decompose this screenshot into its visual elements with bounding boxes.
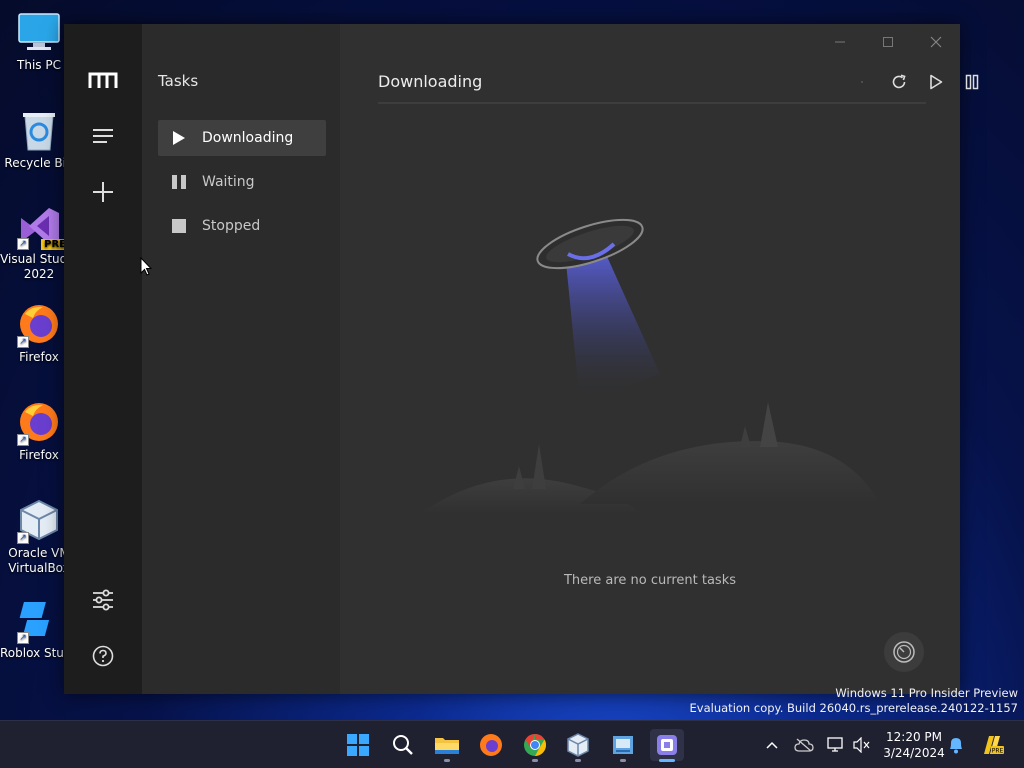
refresh-button[interactable]: [885, 68, 913, 96]
pause-icon: [172, 175, 186, 189]
clock-time: 12:20 PM: [886, 730, 942, 744]
start-button[interactable]: [341, 729, 375, 761]
nav-item-downloading[interactable]: Downloading: [158, 120, 326, 156]
mouse-cursor-icon: [140, 257, 152, 276]
taskbar-motrix[interactable]: [650, 729, 684, 762]
nav-item-label: Stopped: [202, 218, 261, 234]
search-icon: [393, 735, 413, 755]
taskbar-control-panel[interactable]: [606, 729, 640, 762]
firefox-icon: [480, 734, 502, 756]
maximize-button[interactable]: [870, 28, 906, 56]
resume-all-button[interactable]: [922, 68, 950, 96]
taskbar-clock[interactable]: 12:20 PM 3/24/2024: [876, 729, 952, 761]
pause-all-button[interactable]: [958, 68, 986, 96]
dot-indicator: [848, 68, 876, 96]
copilot-button[interactable]: PRE: [980, 733, 1004, 757]
header-divider: [378, 102, 926, 104]
monitor-icon: [17, 10, 61, 54]
volume-tray-icon[interactable]: [850, 733, 874, 757]
speedometer-icon: [893, 641, 915, 663]
chrome-icon: [524, 734, 546, 756]
shortcut-arrow-icon: ↗: [17, 532, 29, 544]
taskbar-file-explorer[interactable]: [430, 729, 464, 762]
windows-watermark: Windows 11 Pro Insider Preview Evaluatio…: [690, 686, 1018, 716]
windows-logo-icon: [347, 734, 369, 756]
motrix-app-icon: [657, 735, 677, 755]
left-rail: [64, 24, 142, 694]
main-panel: Downloading There are no current tasks: [340, 24, 979, 694]
dot-icon: [861, 81, 863, 83]
watermark-build: Evaluation copy. Build 26040.rs_prerelea…: [689, 701, 1018, 715]
folder-icon: [435, 738, 459, 754]
notifications-button[interactable]: [944, 733, 968, 757]
hamburger-icon: [93, 129, 113, 143]
taskbar-virtualbox[interactable]: [561, 729, 595, 762]
svg-text:PRE: PRE: [992, 748, 1004, 755]
close-button[interactable]: [918, 28, 954, 56]
active-indicator: [659, 759, 675, 762]
minimize-button[interactable]: [822, 28, 858, 56]
show-hidden-icons-button[interactable]: [760, 733, 784, 757]
shortcut-arrow-icon: ↗: [17, 238, 29, 250]
shortcut-arrow-icon: ↗: [17, 336, 29, 348]
cloud-offline-icon: [794, 738, 814, 752]
onedrive-tray-icon[interactable]: [792, 733, 816, 757]
network-tray-icon[interactable]: [824, 733, 848, 757]
search-button[interactable]: [386, 729, 420, 761]
nav-item-label: Waiting: [202, 174, 255, 190]
minimize-icon: [835, 41, 845, 43]
play-icon: [172, 131, 186, 145]
running-indicator: [444, 759, 450, 762]
sliders-icon: [93, 589, 113, 611]
virtualbox-icon: ↗: [17, 498, 61, 544]
tasks-sidebar: Tasks Downloading Waiting Stopped: [142, 24, 340, 694]
plus-icon: [93, 182, 113, 202]
close-icon: [930, 36, 942, 48]
clock-date: 3/24/2024: [883, 746, 945, 760]
recycle-bin-icon: [17, 108, 61, 152]
running-indicator: [575, 759, 581, 762]
motrix-window: Tasks Downloading Waiting Stopped Downlo…: [64, 24, 979, 694]
page-title: Downloading: [378, 72, 483, 91]
preferences-button[interactable]: [83, 580, 123, 620]
maximize-icon: [883, 37, 893, 47]
chevron-up-icon: [766, 741, 778, 749]
nav-item-stopped[interactable]: Stopped: [158, 208, 326, 244]
running-indicator: [620, 759, 626, 762]
bell-icon: [950, 738, 962, 754]
taskbar: 12:20 PM 3/24/2024 PRE: [0, 720, 1024, 768]
taskbar-firefox[interactable]: [474, 729, 508, 761]
refresh-icon: [892, 74, 906, 89]
nav-item-waiting[interactable]: Waiting: [158, 164, 326, 200]
empty-state-message: There are no current tasks: [563, 573, 736, 588]
copilot-icon: PRE: [984, 736, 1004, 755]
help-button[interactable]: [83, 636, 123, 676]
shortcut-arrow-icon: ↗: [17, 434, 29, 446]
app-logo-icon: [83, 60, 123, 100]
play-outline-icon: [930, 74, 943, 90]
virtualbox-icon: [567, 733, 589, 757]
visual-studio-icon: PRE ↗: [17, 204, 69, 250]
speed-limit-button[interactable]: [884, 632, 924, 672]
shortcut-arrow-icon: ↗: [17, 632, 29, 644]
firefox-icon: ↗: [17, 302, 61, 348]
watermark-edition: Windows 11 Pro Insider Preview: [835, 686, 1018, 700]
taskbar-chrome[interactable]: [518, 729, 552, 762]
firefox-icon: ↗: [17, 400, 61, 446]
nav-item-label: Downloading: [202, 130, 294, 146]
add-task-button[interactable]: [83, 172, 123, 212]
running-indicator: [532, 759, 538, 762]
stop-icon: [172, 219, 186, 233]
empty-state-illustration: [420, 218, 880, 514]
sidebar-title: Tasks: [158, 72, 199, 90]
pause-outline-icon: [965, 74, 979, 90]
volume-muted-icon: [853, 737, 870, 753]
control-panel-icon: [613, 736, 633, 754]
network-icon: [827, 737, 843, 752]
menu-button[interactable]: [83, 116, 123, 156]
help-icon: [92, 645, 114, 667]
roblox-studio-icon: ↗: [17, 598, 61, 644]
